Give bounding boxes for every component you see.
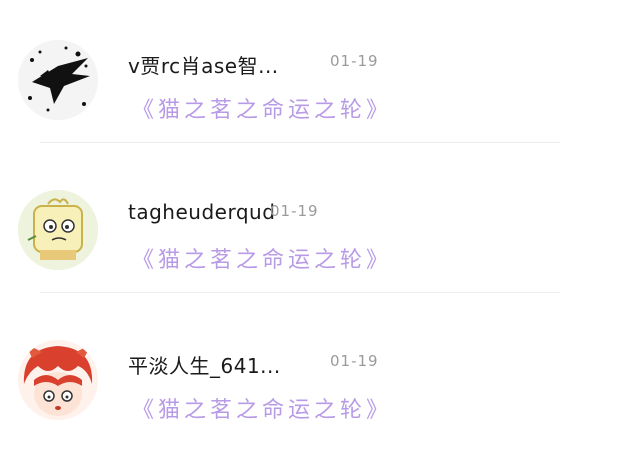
divider: [40, 292, 560, 293]
username[interactable]: 平淡人生_641...: [128, 350, 281, 379]
comment-date: 01-19: [330, 52, 379, 70]
cartoon-tofu-character-icon: [18, 190, 98, 270]
avatar[interactable]: [18, 40, 98, 120]
comment-date: 01-19: [270, 202, 319, 220]
avatar[interactable]: [18, 340, 98, 420]
username[interactable]: v贾rc肖ase智...: [128, 50, 279, 79]
comic-title-link[interactable]: 《猫之茗之命运之轮》: [132, 392, 392, 424]
comment-row[interactable]: 平淡人生_641... 01-19 《猫之茗之命运之轮》: [0, 300, 640, 450]
comment-date: 01-19: [330, 352, 379, 370]
comic-title-link[interactable]: 《猫之茗之命运之轮》: [132, 92, 392, 124]
comment-row[interactable]: v贾rc肖ase智... 01-19 《猫之茗之命运之轮》: [0, 0, 640, 150]
comic-title-link[interactable]: 《猫之茗之命运之轮》: [132, 242, 392, 274]
comment-row[interactable]: tagheuderqud 01-19 《猫之茗之命运之轮》: [0, 150, 640, 300]
black-ink-swallow-icon: [18, 40, 98, 120]
username[interactable]: tagheuderqud: [128, 200, 275, 224]
avatar[interactable]: [18, 190, 98, 270]
divider: [40, 142, 560, 143]
red-hair-anime-boy-icon: [18, 340, 98, 420]
